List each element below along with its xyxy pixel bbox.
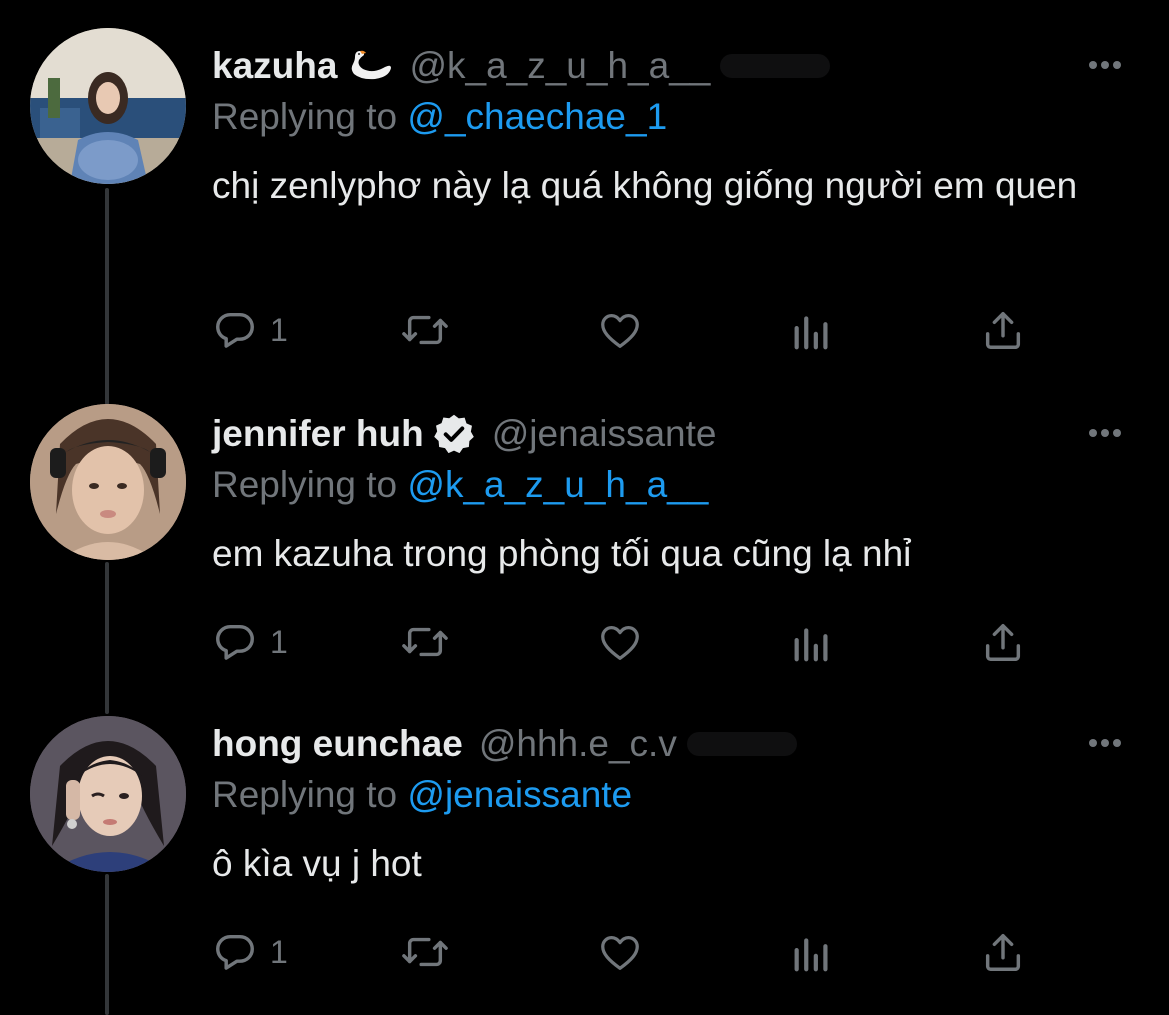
more-icon[interactable] [1085, 50, 1125, 80]
share-button[interactable] [980, 304, 1026, 356]
reply-count: 1 [270, 623, 288, 660]
reply-mention-link[interactable]: @jenaissante [407, 774, 632, 815]
swan-emoji-icon [352, 50, 392, 80]
like-button[interactable] [596, 926, 656, 978]
retweet-icon [402, 937, 448, 967]
like-button[interactable] [596, 304, 656, 356]
heart-icon [601, 313, 639, 348]
tweet-header: jennifer huh @jenaissante [212, 408, 716, 460]
reply-mention-link[interactable]: @_chaechae_1 [407, 96, 667, 137]
retweet-button[interactable] [400, 926, 462, 978]
handle[interactable]: @k_a_z_u_h_a__ [409, 45, 710, 87]
reply-icon [216, 934, 254, 970]
share-icon [985, 933, 1021, 971]
redacted-timestamp [686, 732, 797, 756]
redacted-timestamp [720, 54, 831, 78]
display-name[interactable]: kazuha [212, 45, 337, 87]
share-button[interactable] [980, 926, 1026, 978]
replying-prefix: Replying to [212, 464, 408, 505]
analytics-icon [794, 628, 828, 662]
reply-icon [216, 624, 254, 660]
reply-count: 1 [270, 311, 288, 348]
reply-count: 1 [270, 933, 288, 970]
avatar[interactable] [30, 716, 186, 872]
tweet-header: kazuha @k_a_z_u_h_a__ [212, 40, 831, 92]
tweet[interactable]: hong eunchae @hhh.e_c.v Replying to @jen… [0, 716, 1169, 1008]
tweet-text: ô kìa vụ j hot [212, 843, 422, 884]
views-button[interactable] [792, 616, 832, 668]
tweet-actions: 1 [212, 926, 1042, 978]
display-name[interactable]: hong eunchae [212, 723, 463, 765]
more-icon[interactable] [1085, 418, 1125, 448]
retweet-button[interactable] [400, 616, 462, 668]
tweet-actions: 1 [212, 616, 1042, 668]
retweet-icon [402, 627, 448, 657]
heart-icon [601, 625, 639, 660]
share-button[interactable] [980, 616, 1026, 668]
analytics-icon [794, 938, 828, 972]
replying-to: Replying to @_chaechae_1 [212, 96, 667, 138]
views-button[interactable] [792, 304, 832, 356]
reply-mention-link[interactable]: @k_a_z_u_h_a__ [407, 464, 708, 505]
replying-to: Replying to @jenaissante [212, 774, 632, 816]
tweet-actions: 1 [212, 304, 1042, 356]
display-name[interactable]: jennifer huh [212, 413, 424, 455]
like-button[interactable] [596, 616, 656, 668]
reply-button[interactable]: 1 [212, 616, 288, 668]
replying-to: Replying to @k_a_z_u_h_a__ [212, 464, 708, 506]
handle[interactable]: @hhh.e_c.v [479, 723, 677, 765]
views-button[interactable] [792, 926, 832, 978]
heart-icon [601, 935, 639, 970]
retweet-icon [402, 315, 448, 345]
tweet-text: chị zenlyphơ này lạ quá không giống ngườ… [212, 165, 1078, 206]
avatar[interactable] [30, 404, 186, 560]
reply-icon [216, 312, 254, 348]
retweet-button[interactable] [400, 304, 462, 356]
tweet-text: em kazuha trong phòng tối qua cũng lạ nh… [212, 533, 912, 574]
tweet[interactable]: jennifer huh @jenaissante Replying to @k… [0, 404, 1169, 698]
reply-button[interactable]: 1 [212, 926, 288, 978]
verified-badge-icon [433, 414, 474, 454]
reply-button[interactable]: 1 [212, 304, 288, 356]
share-icon [985, 311, 1021, 349]
more-icon[interactable] [1085, 728, 1125, 758]
analytics-icon [794, 316, 828, 350]
avatar[interactable] [30, 28, 186, 184]
handle[interactable]: @jenaissante [492, 413, 717, 455]
share-icon [985, 623, 1021, 661]
replying-prefix: Replying to [212, 96, 408, 137]
tweet-header: hong eunchae @hhh.e_c.v [212, 718, 797, 770]
tweet[interactable]: kazuha @k_a_z_u_h_a__ Replying to @_chae… [0, 28, 1169, 370]
replying-prefix: Replying to [212, 774, 408, 815]
